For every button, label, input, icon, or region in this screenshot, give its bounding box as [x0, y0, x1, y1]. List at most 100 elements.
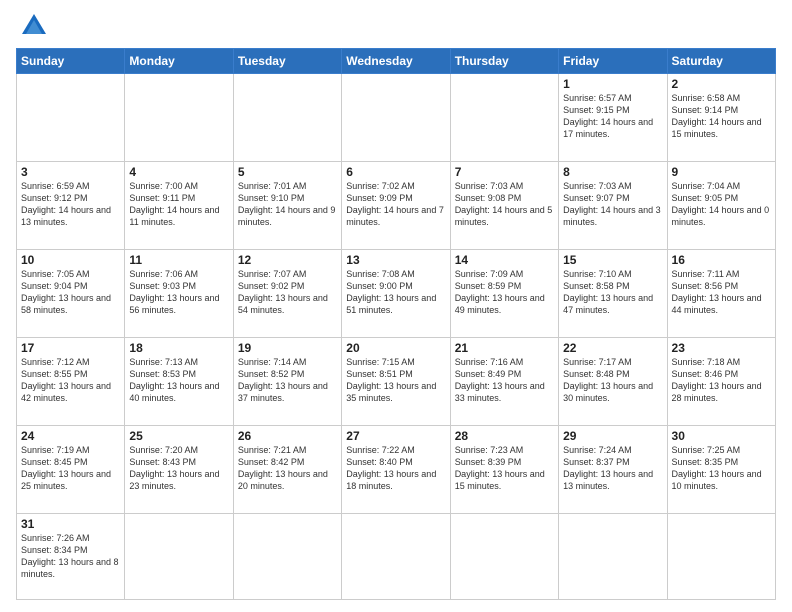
day-number: 2: [672, 77, 771, 91]
calendar-cell: 31Sunrise: 7:26 AM Sunset: 8:34 PM Dayli…: [17, 513, 125, 599]
logo: [16, 12, 48, 40]
day-number: 27: [346, 429, 445, 443]
weekday-header-tuesday: Tuesday: [233, 49, 341, 74]
day-number: 18: [129, 341, 228, 355]
calendar-cell: 14Sunrise: 7:09 AM Sunset: 8:59 PM Dayli…: [450, 249, 558, 337]
day-number: 12: [238, 253, 337, 267]
day-number: 9: [672, 165, 771, 179]
calendar-cell: [559, 513, 667, 599]
day-info: Sunrise: 7:13 AM Sunset: 8:53 PM Dayligh…: [129, 356, 228, 405]
day-number: 23: [672, 341, 771, 355]
weekday-header-friday: Friday: [559, 49, 667, 74]
day-info: Sunrise: 7:23 AM Sunset: 8:39 PM Dayligh…: [455, 444, 554, 493]
calendar-cell: 11Sunrise: 7:06 AM Sunset: 9:03 PM Dayli…: [125, 249, 233, 337]
calendar-cell: 24Sunrise: 7:19 AM Sunset: 8:45 PM Dayli…: [17, 425, 125, 513]
calendar-cell: 13Sunrise: 7:08 AM Sunset: 9:00 PM Dayli…: [342, 249, 450, 337]
day-number: 31: [21, 517, 120, 531]
calendar-cell: 12Sunrise: 7:07 AM Sunset: 9:02 PM Dayli…: [233, 249, 341, 337]
day-number: 14: [455, 253, 554, 267]
calendar-cell: 5Sunrise: 7:01 AM Sunset: 9:10 PM Daylig…: [233, 161, 341, 249]
calendar-cell: 16Sunrise: 7:11 AM Sunset: 8:56 PM Dayli…: [667, 249, 775, 337]
calendar-cell: 25Sunrise: 7:20 AM Sunset: 8:43 PM Dayli…: [125, 425, 233, 513]
day-info: Sunrise: 7:12 AM Sunset: 8:55 PM Dayligh…: [21, 356, 120, 405]
calendar-week-row: 3Sunrise: 6:59 AM Sunset: 9:12 PM Daylig…: [17, 161, 776, 249]
calendar-cell: 22Sunrise: 7:17 AM Sunset: 8:48 PM Dayli…: [559, 337, 667, 425]
weekday-header-monday: Monday: [125, 49, 233, 74]
day-info: Sunrise: 7:11 AM Sunset: 8:56 PM Dayligh…: [672, 268, 771, 317]
day-info: Sunrise: 7:21 AM Sunset: 8:42 PM Dayligh…: [238, 444, 337, 493]
calendar-week-row: 1Sunrise: 6:57 AM Sunset: 9:15 PM Daylig…: [17, 74, 776, 162]
calendar-cell: 7Sunrise: 7:03 AM Sunset: 9:08 PM Daylig…: [450, 161, 558, 249]
day-number: 11: [129, 253, 228, 267]
day-number: 10: [21, 253, 120, 267]
calendar-cell: 2Sunrise: 6:58 AM Sunset: 9:14 PM Daylig…: [667, 74, 775, 162]
day-info: Sunrise: 7:18 AM Sunset: 8:46 PM Dayligh…: [672, 356, 771, 405]
day-info: Sunrise: 7:20 AM Sunset: 8:43 PM Dayligh…: [129, 444, 228, 493]
day-number: 4: [129, 165, 228, 179]
calendar-cell: 19Sunrise: 7:14 AM Sunset: 8:52 PM Dayli…: [233, 337, 341, 425]
calendar-week-row: 24Sunrise: 7:19 AM Sunset: 8:45 PM Dayli…: [17, 425, 776, 513]
day-info: Sunrise: 7:05 AM Sunset: 9:04 PM Dayligh…: [21, 268, 120, 317]
calendar-cell: 21Sunrise: 7:16 AM Sunset: 8:49 PM Dayli…: [450, 337, 558, 425]
day-number: 17: [21, 341, 120, 355]
day-info: Sunrise: 7:08 AM Sunset: 9:00 PM Dayligh…: [346, 268, 445, 317]
day-info: Sunrise: 7:04 AM Sunset: 9:05 PM Dayligh…: [672, 180, 771, 229]
day-number: 7: [455, 165, 554, 179]
day-number: 21: [455, 341, 554, 355]
day-number: 15: [563, 253, 662, 267]
weekday-header-wednesday: Wednesday: [342, 49, 450, 74]
day-number: 28: [455, 429, 554, 443]
calendar-cell: 26Sunrise: 7:21 AM Sunset: 8:42 PM Dayli…: [233, 425, 341, 513]
calendar-cell: [233, 74, 341, 162]
calendar-cell: 27Sunrise: 7:22 AM Sunset: 8:40 PM Dayli…: [342, 425, 450, 513]
day-number: 29: [563, 429, 662, 443]
logo-icon: [20, 12, 48, 40]
calendar-cell: 20Sunrise: 7:15 AM Sunset: 8:51 PM Dayli…: [342, 337, 450, 425]
day-number: 24: [21, 429, 120, 443]
calendar-cell: 28Sunrise: 7:23 AM Sunset: 8:39 PM Dayli…: [450, 425, 558, 513]
calendar-week-row: 17Sunrise: 7:12 AM Sunset: 8:55 PM Dayli…: [17, 337, 776, 425]
day-info: Sunrise: 6:57 AM Sunset: 9:15 PM Dayligh…: [563, 92, 662, 141]
calendar-cell: [342, 513, 450, 599]
calendar-cell: 3Sunrise: 6:59 AM Sunset: 9:12 PM Daylig…: [17, 161, 125, 249]
calendar-week-row: 10Sunrise: 7:05 AM Sunset: 9:04 PM Dayli…: [17, 249, 776, 337]
day-number: 8: [563, 165, 662, 179]
day-info: Sunrise: 7:24 AM Sunset: 8:37 PM Dayligh…: [563, 444, 662, 493]
calendar-cell: 23Sunrise: 7:18 AM Sunset: 8:46 PM Dayli…: [667, 337, 775, 425]
calendar-cell: 4Sunrise: 7:00 AM Sunset: 9:11 PM Daylig…: [125, 161, 233, 249]
day-info: Sunrise: 6:59 AM Sunset: 9:12 PM Dayligh…: [21, 180, 120, 229]
calendar-cell: 30Sunrise: 7:25 AM Sunset: 8:35 PM Dayli…: [667, 425, 775, 513]
calendar-cell: [125, 513, 233, 599]
day-info: Sunrise: 6:58 AM Sunset: 9:14 PM Dayligh…: [672, 92, 771, 141]
calendar-cell: 18Sunrise: 7:13 AM Sunset: 8:53 PM Dayli…: [125, 337, 233, 425]
day-number: 22: [563, 341, 662, 355]
day-info: Sunrise: 7:25 AM Sunset: 8:35 PM Dayligh…: [672, 444, 771, 493]
day-info: Sunrise: 7:03 AM Sunset: 9:07 PM Dayligh…: [563, 180, 662, 229]
calendar-cell: [450, 74, 558, 162]
day-number: 30: [672, 429, 771, 443]
day-info: Sunrise: 7:15 AM Sunset: 8:51 PM Dayligh…: [346, 356, 445, 405]
day-info: Sunrise: 7:03 AM Sunset: 9:08 PM Dayligh…: [455, 180, 554, 229]
day-number: 6: [346, 165, 445, 179]
day-info: Sunrise: 7:01 AM Sunset: 9:10 PM Dayligh…: [238, 180, 337, 229]
calendar-week-row: 31Sunrise: 7:26 AM Sunset: 8:34 PM Dayli…: [17, 513, 776, 599]
day-number: 1: [563, 77, 662, 91]
weekday-header-thursday: Thursday: [450, 49, 558, 74]
calendar-cell: [17, 74, 125, 162]
calendar-cell: [667, 513, 775, 599]
day-info: Sunrise: 7:02 AM Sunset: 9:09 PM Dayligh…: [346, 180, 445, 229]
page: SundayMondayTuesdayWednesdayThursdayFrid…: [0, 0, 792, 612]
calendar-cell: 9Sunrise: 7:04 AM Sunset: 9:05 PM Daylig…: [667, 161, 775, 249]
calendar-cell: [342, 74, 450, 162]
day-info: Sunrise: 7:16 AM Sunset: 8:49 PM Dayligh…: [455, 356, 554, 405]
calendar-cell: 1Sunrise: 6:57 AM Sunset: 9:15 PM Daylig…: [559, 74, 667, 162]
weekday-header-saturday: Saturday: [667, 49, 775, 74]
calendar-cell: [233, 513, 341, 599]
day-info: Sunrise: 7:07 AM Sunset: 9:02 PM Dayligh…: [238, 268, 337, 317]
day-number: 13: [346, 253, 445, 267]
day-info: Sunrise: 7:17 AM Sunset: 8:48 PM Dayligh…: [563, 356, 662, 405]
day-number: 5: [238, 165, 337, 179]
day-info: Sunrise: 7:26 AM Sunset: 8:34 PM Dayligh…: [21, 532, 120, 581]
weekday-header-row: SundayMondayTuesdayWednesdayThursdayFrid…: [17, 49, 776, 74]
day-number: 26: [238, 429, 337, 443]
